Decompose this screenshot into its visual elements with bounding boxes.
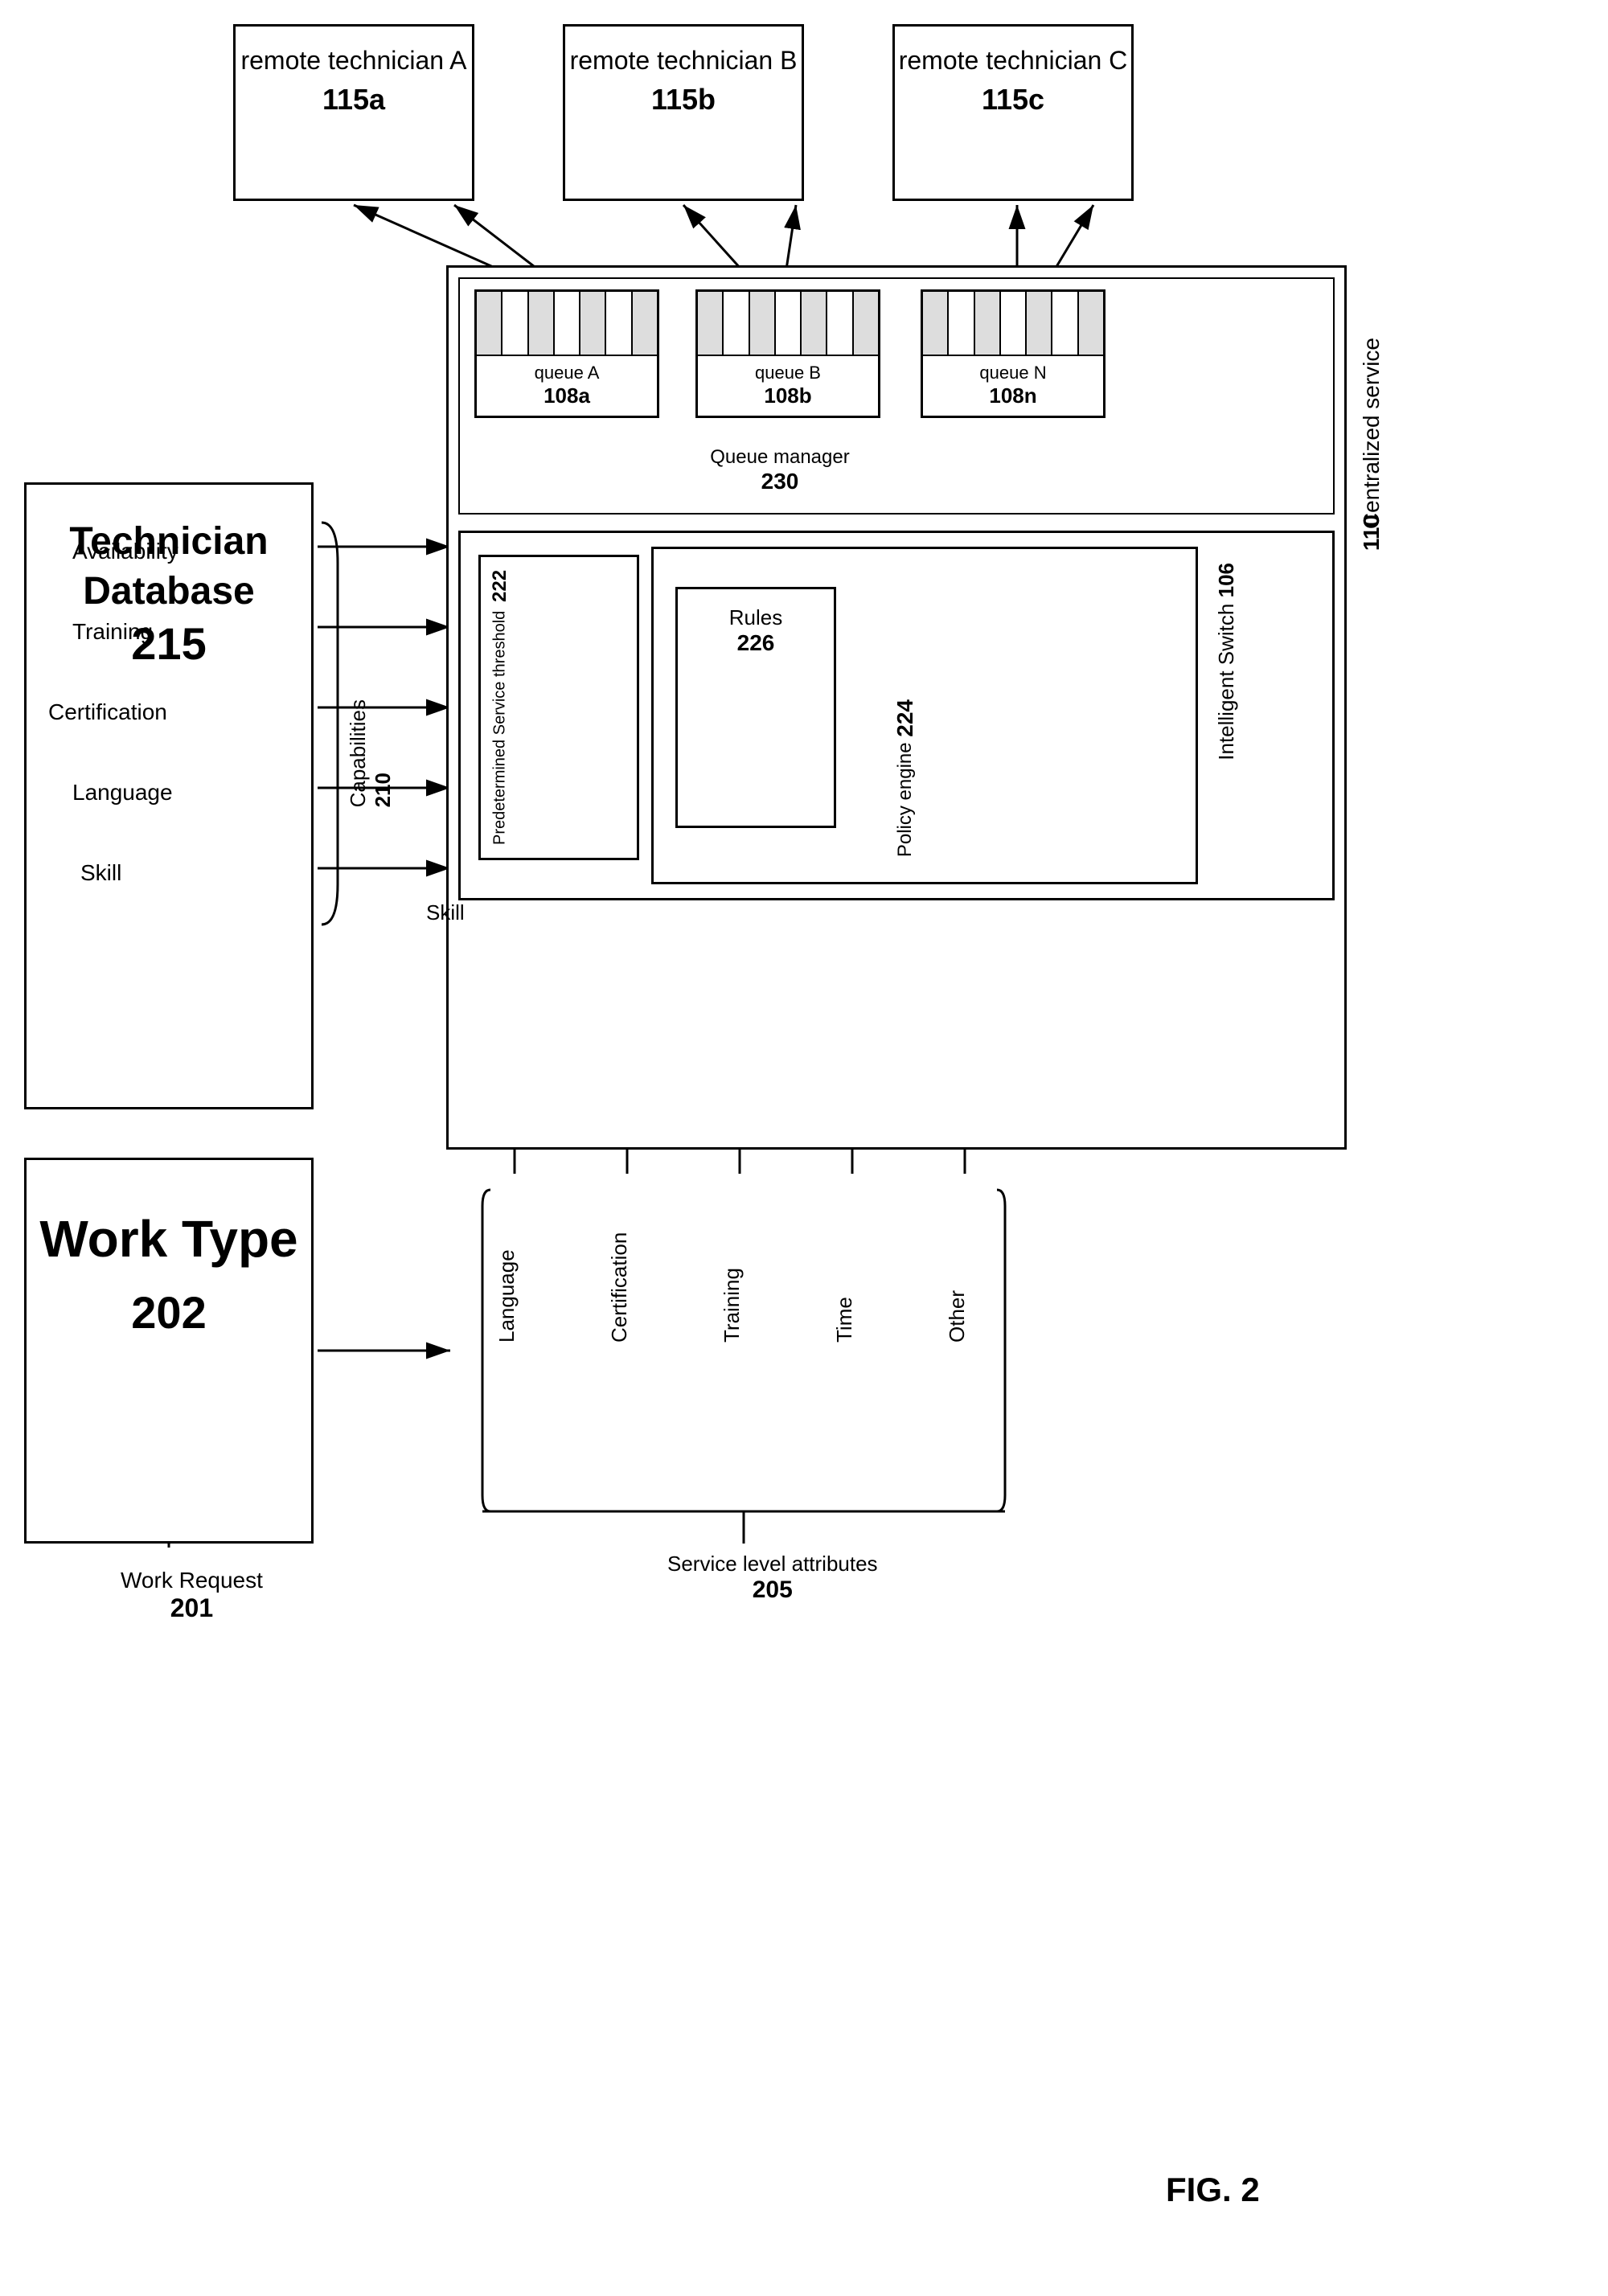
centralized-service-label: Centralized service [1359, 338, 1384, 529]
work-request-label: Work Request 201 [121, 1568, 263, 1623]
intelligent-switch-label: Intelligent Switch 106 [1214, 563, 1239, 761]
diagram: remote technician A 115a remote technici… [0, 0, 1608, 2296]
remote-tech-b-label: remote technician B [565, 27, 802, 79]
certification-label: Certification [48, 699, 167, 725]
rules-label: Rules [678, 589, 834, 630]
sla-time-label: Time [832, 1182, 857, 1343]
capabilities-label: Capabilities 210 [346, 699, 396, 807]
sla-other-label: Other [945, 1182, 970, 1343]
work-type-box: Work Type 202 [24, 1158, 314, 1544]
remote-technician-c-box: remote technician C 115c [892, 24, 1134, 201]
policy-engine-label: Policy engine 224 [892, 699, 918, 857]
queue-b-label: queue B [698, 356, 878, 383]
skill-label-db: Skill [80, 860, 121, 886]
remote-tech-a-id: 115a [236, 83, 472, 117]
centralized-service-id: 110 [1359, 515, 1384, 551]
queue-n-label: queue N [923, 356, 1103, 383]
queue-n-id: 108n [923, 383, 1103, 408]
rules-box: Rules 226 [675, 587, 836, 828]
queue-b-id: 108b [698, 383, 878, 408]
remote-technician-b-box: remote technician B 115b [563, 24, 804, 201]
queue-manager-label: Queue manager 230 [699, 446, 860, 494]
sla-training-label: Training [720, 1182, 745, 1343]
sla-certification-label: Certification [607, 1182, 632, 1343]
queue-a-box: queue A 108a [474, 289, 659, 418]
remote-technician-a-box: remote technician A 115a [233, 24, 474, 201]
queue-a-id: 108a [477, 383, 657, 408]
availability-label: Availability [72, 539, 178, 564]
training-label: Training [72, 619, 153, 645]
fig-label: FIG. 2 [1166, 2171, 1260, 2209]
queue-a-label: queue A [477, 356, 657, 383]
predetermined-box: Predetermined Service threshold 222 [478, 555, 639, 860]
work-type-id: 202 [27, 1286, 311, 1339]
sla-language-label: Language [494, 1182, 519, 1343]
rules-id: 226 [678, 630, 834, 656]
remote-tech-a-label: remote technician A [236, 27, 472, 79]
skill-brace-label: Skill [426, 900, 465, 925]
tech-db-id: 215 [27, 617, 311, 670]
language-label: Language [72, 780, 173, 806]
remote-tech-b-id: 115b [565, 83, 802, 117]
work-type-title: Work Type [27, 1160, 311, 1270]
remote-tech-c-label: remote technician C [895, 27, 1131, 79]
remote-tech-c-id: 115c [895, 83, 1131, 117]
queue-b-box: queue B 108b [695, 289, 880, 418]
sla-label: Service level attributes 205 [667, 1552, 878, 1604]
queue-n-box: queue N 108n [921, 289, 1106, 418]
